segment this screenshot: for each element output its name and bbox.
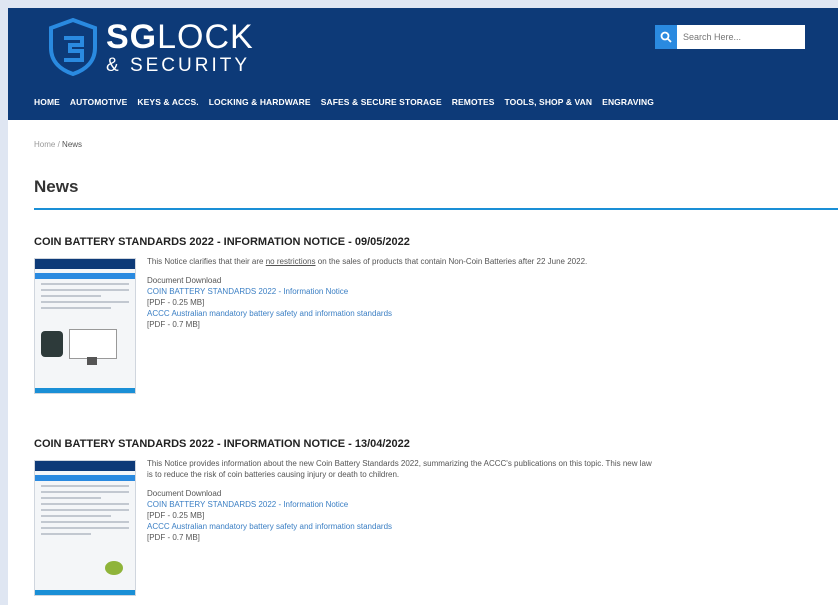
download-link[interactable]: COIN BATTERY STANDARDS 2022 - Informatio… <box>147 286 652 297</box>
article-title[interactable]: COIN BATTERY STANDARDS 2022 - INFORMATIO… <box>34 438 654 450</box>
page-title: News <box>34 177 79 196</box>
breadcrumb-current: News <box>62 140 83 149</box>
download-link[interactable]: ACCC Australian mandatory battery safety… <box>147 308 652 319</box>
article-thumbnail[interactable] <box>34 258 136 394</box>
nav-home[interactable]: HOME <box>34 97 60 107</box>
site-header: SGLOCK & SECURITY HOME AUTOMOTIVE KEYS &… <box>8 8 838 120</box>
download-label: Document Download <box>147 276 222 285</box>
shield-logo-icon <box>49 18 97 76</box>
article-intro-text: This Notice clarifies that their are <box>147 257 266 266</box>
search-icon <box>660 31 672 43</box>
file-size: [PDF - 0.7 MB] <box>147 533 200 542</box>
file-size: [PDF - 0.25 MB] <box>147 298 205 307</box>
main-nav: HOME AUTOMOTIVE KEYS & ACCS. LOCKING & H… <box>34 97 654 107</box>
file-size: [PDF - 0.25 MB] <box>147 511 205 520</box>
article-item: COIN BATTERY STANDARDS 2022 - INFORMATIO… <box>34 438 654 596</box>
download-link[interactable]: COIN BATTERY STANDARDS 2022 - Informatio… <box>147 499 652 510</box>
logo-wordmark: SGLOCK <box>106 20 254 54</box>
logo-text: SGLOCK & SECURITY <box>106 20 254 75</box>
search-bar <box>655 25 805 49</box>
download-link[interactable]: ACCC Australian mandatory battery safety… <box>147 521 652 532</box>
nav-safes-storage[interactable]: SAFES & SECURE STORAGE <box>321 97 442 107</box>
article-intro: This Notice clarifies that their are no … <box>147 256 652 267</box>
search-button[interactable] <box>655 25 677 49</box>
file-size: [PDF - 0.7 MB] <box>147 320 200 329</box>
article-item: COIN BATTERY STANDARDS 2022 - INFORMATIO… <box>34 236 654 394</box>
search-input[interactable] <box>677 25 805 49</box>
page-frame: SGLOCK & SECURITY HOME AUTOMOTIVE KEYS &… <box>8 8 838 605</box>
nav-keys-accs[interactable]: KEYS & ACCS. <box>137 97 198 107</box>
article-intro-text-end: on the sales of products that contain No… <box>315 257 588 266</box>
article-intro-emphasis: no restrictions <box>265 257 316 266</box>
article-intro: This Notice provides information about t… <box>147 459 652 479</box>
download-label: Document Download <box>147 489 222 498</box>
nav-locking-hardware[interactable]: LOCKING & HARDWARE <box>209 97 311 107</box>
logo-subtitle: & SECURITY <box>106 54 251 76</box>
article-title[interactable]: COIN BATTERY STANDARDS 2022 - INFORMATIO… <box>34 236 654 248</box>
site-logo[interactable]: SGLOCK & SECURITY <box>48 18 254 76</box>
article-thumbnail[interactable] <box>34 460 136 596</box>
logo-rest: LOCK <box>157 17 254 56</box>
breadcrumb-home[interactable]: Home <box>34 140 55 149</box>
breadcrumb-separator: / <box>57 140 60 149</box>
nav-remotes[interactable]: REMOTES <box>452 97 495 107</box>
nav-tools-shop-van[interactable]: TOOLS, SHOP & VAN <box>505 97 593 107</box>
breadcrumb: Home / News <box>34 140 82 149</box>
nav-automotive[interactable]: AUTOMOTIVE <box>70 97 128 107</box>
logo-bold: SG <box>106 17 158 56</box>
article-body: This Notice clarifies that their are no … <box>147 256 652 330</box>
article-body: This Notice provides information about t… <box>147 458 652 543</box>
nav-engraving[interactable]: ENGRAVING <box>602 97 654 107</box>
title-divider <box>34 208 838 210</box>
